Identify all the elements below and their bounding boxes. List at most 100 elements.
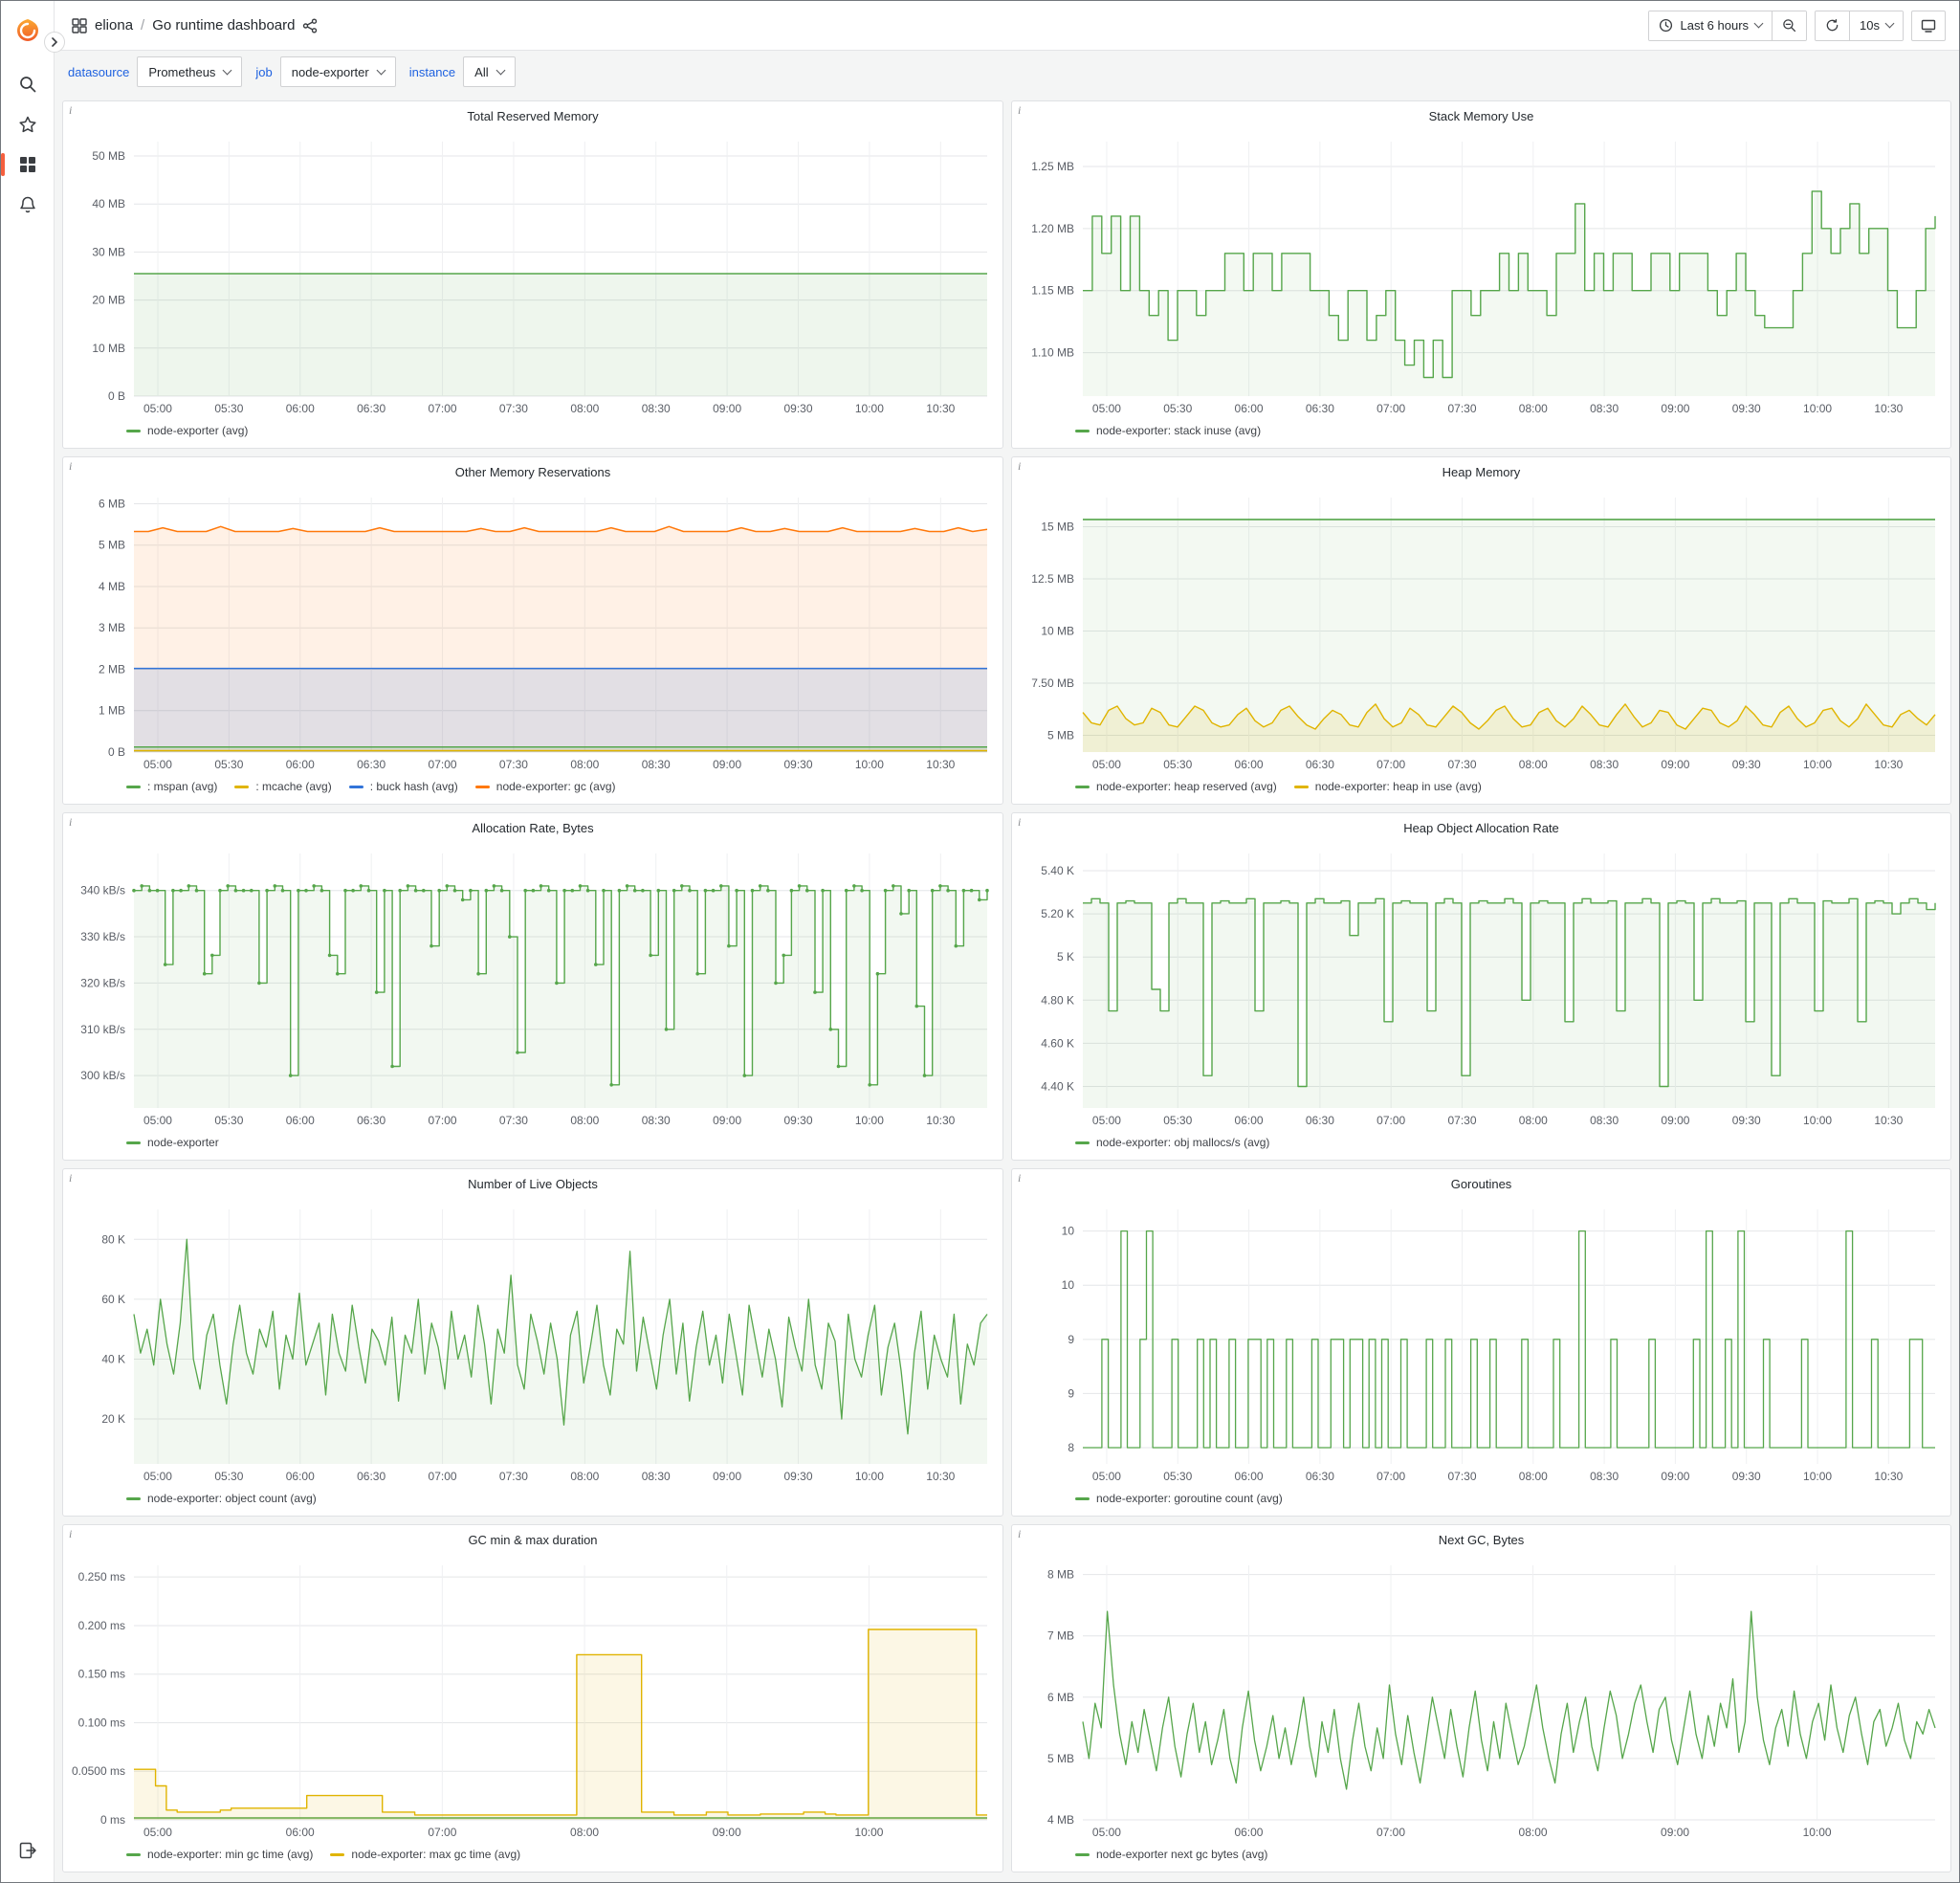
y-axis-tick-label: 1 MB (99, 704, 125, 718)
panel-header[interactable]: Heap Memory (1012, 457, 1950, 486)
legend-item[interactable]: node-exporter: goroutine count (avg) (1075, 1492, 1283, 1505)
search-icon[interactable] (8, 64, 48, 104)
panel-title[interactable]: Heap Memory (1442, 465, 1521, 479)
legend-item[interactable]: node-exporter (126, 1136, 219, 1149)
panel-info-icon[interactable]: i (69, 459, 72, 474)
legend-item[interactable]: node-exporter: heap in use (avg) (1294, 780, 1482, 793)
panel-info-icon[interactable]: i (69, 815, 72, 830)
dashboards-icon[interactable] (8, 144, 48, 185)
panel-title[interactable]: Total Reserved Memory (467, 109, 598, 123)
panel-chart[interactable]: 4.40 K4.60 K4.80 K5 K5.20 K5.40 K05:0005… (1012, 842, 1950, 1131)
panel-header[interactable]: GC min & max duration (63, 1525, 1002, 1554)
alerting-bell-icon[interactable] (8, 185, 48, 225)
series-point (931, 889, 935, 893)
starred-icon[interactable] (8, 104, 48, 144)
chart-canvas[interactable]: 0 B1 MB2 MB3 MB4 MB5 MB6 MB05:0005:3006:… (63, 486, 1002, 775)
panel-header[interactable]: Stack Memory Use (1012, 101, 1950, 130)
y-axis-tick-label: 5 MB (1047, 729, 1074, 742)
panel-info-icon[interactable]: i (69, 1171, 72, 1185)
chart-canvas[interactable]: 899101005:0005:3006:0006:3007:0007:3008:… (1012, 1198, 1950, 1487)
legend-item[interactable]: node-exporter: min gc time (avg) (126, 1848, 313, 1861)
legend-item[interactable]: node-exporter: max gc time (avg) (330, 1848, 520, 1861)
panel-chart[interactable]: 0 B1 MB2 MB3 MB4 MB5 MB6 MB05:0005:3006:… (63, 486, 1002, 775)
panel-info-icon[interactable]: i (69, 103, 72, 118)
panel-title[interactable]: Goroutines (1451, 1177, 1512, 1191)
panel-title[interactable]: GC min & max duration (468, 1533, 597, 1547)
instance-label[interactable]: instance (409, 65, 455, 79)
legend-item[interactable]: : mcache (avg) (234, 780, 331, 793)
series-point (609, 1083, 613, 1087)
panel-header[interactable]: Next GC, Bytes (1012, 1525, 1950, 1554)
x-axis-tick-label: 08:00 (570, 1114, 599, 1127)
x-axis-tick-label: 09:00 (713, 758, 741, 771)
chart-canvas[interactable]: 300 kB/s310 kB/s320 kB/s330 kB/s340 kB/s… (63, 842, 1002, 1131)
x-axis-tick-label: 05:00 (1092, 758, 1121, 771)
chart-canvas[interactable]: 4 MB5 MB6 MB7 MB8 MB05:0006:0007:0008:00… (1012, 1554, 1950, 1843)
panel-header[interactable]: Number of Live Objects (63, 1169, 1002, 1198)
series-point (970, 889, 974, 893)
panel-chart[interactable]: 5 MB7.50 MB10 MB12.5 MB15 MB05:0005:3006… (1012, 486, 1950, 775)
instance-dropdown[interactable]: All (463, 56, 515, 87)
sidebar-collapse-button[interactable] (44, 32, 65, 53)
legend-item[interactable]: : buck hash (avg) (349, 780, 458, 793)
chart-canvas[interactable]: 0 ms0.0500 ms0.100 ms0.150 ms0.200 ms0.2… (63, 1554, 1002, 1843)
series-point (727, 944, 731, 948)
panel-header[interactable]: Heap Object Allocation Rate (1012, 813, 1950, 842)
panel-info-icon[interactable]: i (1018, 1527, 1021, 1541)
panel-chart[interactable]: 20 K40 K60 K80 K05:0005:3006:0006:3007:0… (63, 1198, 1002, 1487)
panel-info-icon[interactable]: i (1018, 103, 1021, 118)
legend-item[interactable]: : mspan (avg) (126, 780, 217, 793)
series-point (579, 884, 583, 888)
legend-item[interactable]: node-exporter: heap reserved (avg) (1075, 780, 1277, 793)
chart-canvas[interactable]: 4.40 K4.60 K4.80 K5 K5.20 K5.40 K05:0005… (1012, 842, 1950, 1131)
panel-info-icon[interactable]: i (1018, 815, 1021, 830)
panel-title[interactable]: Number of Live Objects (468, 1177, 598, 1191)
chart-canvas[interactable]: 1.10 MB1.15 MB1.20 MB1.25 MB05:0005:3006… (1012, 130, 1950, 419)
panel-chart[interactable]: 1.10 MB1.15 MB1.20 MB1.25 MB05:0005:3006… (1012, 130, 1950, 419)
panel-title[interactable]: Stack Memory Use (1429, 109, 1534, 123)
panel-title[interactable]: Next GC, Bytes (1439, 1533, 1525, 1547)
datasource-label[interactable]: datasource (68, 65, 129, 79)
panel-chart[interactable]: 0 B10 MB20 MB30 MB40 MB50 MB05:0005:3006… (63, 130, 1002, 419)
panel-header[interactable]: Goroutines (1012, 1169, 1950, 1198)
panel-header[interactable]: Other Memory Reservations (63, 457, 1002, 486)
chart-canvas[interactable]: 0 B10 MB20 MB30 MB40 MB50 MB05:0005:3006… (63, 130, 1002, 419)
panel-info-icon[interactable]: i (1018, 1171, 1021, 1185)
chart-canvas[interactable]: 5 MB7.50 MB10 MB12.5 MB15 MB05:0005:3006… (1012, 486, 1950, 775)
panel-chart[interactable]: 0 ms0.0500 ms0.100 ms0.150 ms0.200 ms0.2… (63, 1554, 1002, 1843)
panel-title[interactable]: Other Memory Reservations (455, 465, 611, 479)
y-axis-tick-label: 320 kB/s (80, 976, 125, 989)
legend-item[interactable]: node-exporter: obj mallocs/s (avg) (1075, 1136, 1269, 1149)
job-label[interactable]: job (255, 65, 272, 79)
datasource-dropdown[interactable]: Prometheus (137, 56, 242, 87)
panel-header[interactable]: Allocation Rate, Bytes (63, 813, 1002, 842)
panel-info-icon[interactable]: i (69, 1527, 72, 1541)
zoom-out-button[interactable] (1772, 11, 1806, 40)
panel-title[interactable]: Heap Object Allocation Rate (1403, 821, 1559, 835)
tv-mode-button[interactable] (1911, 11, 1946, 41)
dashboards-grid-icon[interactable] (72, 18, 87, 33)
legend-item[interactable]: node-exporter next gc bytes (avg) (1075, 1848, 1267, 1861)
grafana-logo-icon[interactable] (8, 11, 48, 51)
x-axis-tick-label: 10:00 (1803, 1114, 1832, 1127)
time-range-picker[interactable]: Last 6 hours (1649, 11, 1772, 40)
legend-item[interactable]: node-exporter (avg) (126, 424, 248, 437)
share-icon[interactable] (302, 18, 318, 33)
panel-chart[interactable]: 4 MB5 MB6 MB7 MB8 MB05:0006:0007:0008:00… (1012, 1554, 1950, 1843)
panel-header[interactable]: Total Reserved Memory (63, 101, 1002, 130)
legend-item[interactable]: node-exporter: object count (avg) (126, 1492, 317, 1505)
panel-title[interactable]: Allocation Rate, Bytes (472, 821, 593, 835)
refresh-interval-picker[interactable]: 10s (1849, 11, 1903, 40)
series-point (336, 972, 340, 976)
panel-chart[interactable]: 300 kB/s310 kB/s320 kB/s330 kB/s340 kB/s… (63, 842, 1002, 1131)
panel-chart[interactable]: 899101005:0005:3006:0006:3007:0007:3008:… (1012, 1198, 1950, 1487)
breadcrumb-folder-link[interactable]: eliona (95, 17, 133, 33)
chevron-down-icon (376, 65, 385, 75)
chart-canvas[interactable]: 20 K40 K60 K80 K05:0005:3006:0006:3007:0… (63, 1198, 1002, 1487)
legend-item[interactable]: node-exporter: stack inuse (avg) (1075, 424, 1261, 437)
job-dropdown[interactable]: node-exporter (280, 56, 396, 87)
sign-out-icon[interactable] (8, 1830, 48, 1871)
refresh-button[interactable] (1816, 11, 1849, 40)
panel-info-icon[interactable]: i (1018, 459, 1021, 474)
legend-item[interactable]: node-exporter: gc (avg) (475, 780, 616, 793)
